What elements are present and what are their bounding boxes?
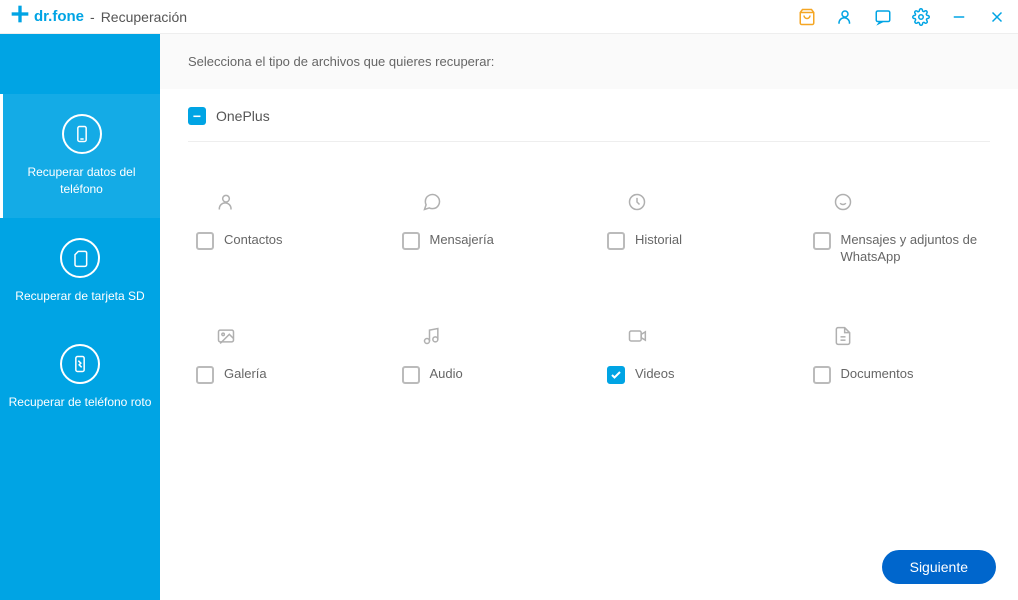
checkbox-contacts[interactable] — [196, 232, 214, 250]
type-item-gallery[interactable]: Galería — [188, 326, 374, 384]
device-checkbox-indeterminate[interactable]: − — [188, 107, 206, 125]
logo-icon — [10, 4, 30, 30]
messaging-icon — [402, 192, 462, 212]
type-item-audio[interactable]: Audio — [394, 326, 580, 384]
device-name: OnePlus — [216, 108, 270, 124]
window-controls — [796, 6, 1008, 28]
title-bar: dr.fone - Recuperación — [0, 0, 1018, 34]
documents-icon — [813, 326, 873, 346]
module-title: Recuperación — [101, 9, 187, 25]
checkbox-messaging[interactable] — [402, 232, 420, 250]
videos-icon — [607, 326, 667, 346]
feedback-icon[interactable] — [872, 6, 894, 28]
settings-icon[interactable] — [910, 6, 932, 28]
checkbox-videos[interactable] — [607, 366, 625, 384]
file-type-grid: Contactos Mensajería — [188, 192, 990, 384]
sidebar-item-label: Recuperar de teléfono roto — [9, 394, 152, 411]
type-item-documents[interactable]: Documentos — [805, 326, 991, 384]
phone-recovery-icon — [62, 114, 102, 154]
sidebar-item-broken-phone[interactable]: Recuperar de teléfono roto — [0, 324, 160, 431]
checkbox-history[interactable] — [607, 232, 625, 250]
contacts-icon — [196, 192, 256, 212]
type-label: Mensajes y adjuntos de WhatsApp — [841, 232, 991, 266]
sidebar: Recuperar datos del teléfono Recuperar d… — [0, 34, 160, 600]
type-label: Audio — [430, 366, 463, 383]
sd-card-icon — [60, 238, 100, 278]
cart-icon[interactable] — [796, 6, 818, 28]
main-content: Selecciona el tipo de archivos que quier… — [160, 34, 1018, 600]
sidebar-item-sd-recovery[interactable]: Recuperar de tarjeta SD — [0, 218, 160, 325]
app-logo: dr.fone — [10, 4, 84, 30]
sidebar-item-label: Recuperar de tarjeta SD — [15, 288, 144, 305]
type-label: Mensajería — [430, 232, 494, 249]
device-row[interactable]: − OnePlus — [188, 107, 990, 142]
type-item-messaging[interactable]: Mensajería — [394, 192, 580, 266]
type-item-videos[interactable]: Videos — [599, 326, 785, 384]
content-panel: − OnePlus Contactos — [160, 89, 1018, 600]
history-icon — [607, 192, 667, 212]
type-label: Galería — [224, 366, 267, 383]
checkbox-documents[interactable] — [813, 366, 831, 384]
broken-phone-icon — [60, 344, 100, 384]
audio-icon — [402, 326, 462, 346]
type-label: Historial — [635, 232, 682, 249]
gallery-icon — [196, 326, 256, 346]
type-item-history[interactable]: Historial — [599, 192, 785, 266]
minimize-button[interactable] — [948, 6, 970, 28]
logo-text: dr.fone — [34, 8, 84, 25]
title-separator: - — [90, 9, 95, 25]
type-label: Videos — [635, 366, 675, 383]
sidebar-item-phone-recovery[interactable]: Recuperar datos del teléfono — [0, 94, 160, 218]
close-button[interactable] — [986, 6, 1008, 28]
sidebar-item-label: Recuperar datos del teléfono — [11, 164, 152, 198]
type-item-whatsapp[interactable]: Mensajes y adjuntos de WhatsApp — [805, 192, 991, 266]
type-label: Documentos — [841, 366, 914, 383]
checkbox-whatsapp[interactable] — [813, 232, 831, 250]
instruction-text: Selecciona el tipo de archivos que quier… — [160, 54, 1018, 89]
type-item-contacts[interactable]: Contactos — [188, 192, 374, 266]
checkbox-audio[interactable] — [402, 366, 420, 384]
type-label: Contactos — [224, 232, 283, 249]
whatsapp-icon — [813, 192, 873, 212]
next-button[interactable]: Siguiente — [882, 550, 996, 584]
checkbox-gallery[interactable] — [196, 366, 214, 384]
user-icon[interactable] — [834, 6, 856, 28]
